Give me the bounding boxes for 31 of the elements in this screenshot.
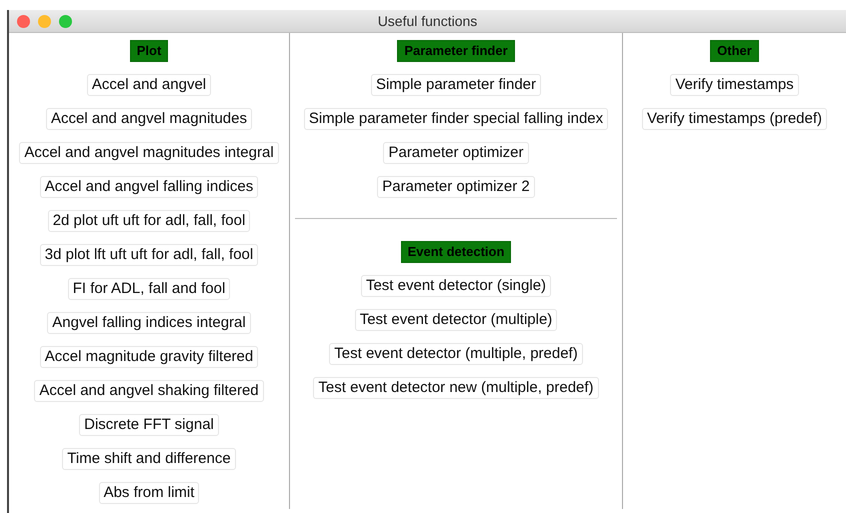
function-button[interactable]: Verify timestamps: [670, 74, 799, 96]
function-button[interactable]: Time shift and difference: [62, 448, 236, 470]
function-button[interactable]: Verify timestamps (predef): [642, 108, 828, 130]
function-button[interactable]: Angvel falling indices integral: [47, 312, 251, 334]
section-header: Parameter finder: [397, 40, 515, 62]
function-button[interactable]: Accel magnitude gravity filtered: [40, 346, 258, 368]
function-button[interactable]: FI for ADL, fall and fool: [68, 278, 230, 300]
function-button[interactable]: Simple parameter finder special falling index: [304, 108, 608, 130]
function-button[interactable]: Simple parameter finder: [370, 74, 542, 96]
function-button[interactable]: 2d plot uft uft for adl, fall, fool: [48, 210, 250, 232]
function-button[interactable]: Accel and angvel magnitudes integral: [19, 142, 279, 164]
function-button[interactable]: Test event detector (multiple): [354, 309, 558, 331]
function-button[interactable]: Parameter optimizer: [383, 142, 529, 164]
zoom-button[interactable]: [59, 15, 72, 28]
function-button[interactable]: Abs from limit: [98, 482, 200, 504]
function-button[interactable]: Test event detector (multiple, predef): [329, 343, 583, 365]
minimize-button[interactable]: [38, 15, 51, 28]
section-header: Plot: [130, 40, 168, 62]
function-button[interactable]: Accel and angvel shaking filtered: [34, 380, 264, 402]
function-button[interactable]: Test event detector (single): [360, 275, 552, 297]
section-header: Event detection: [400, 241, 512, 263]
function-button[interactable]: 3d plot lft uft uft for adl, fall, fool: [40, 244, 258, 266]
function-button[interactable]: Test event detector new (multiple, predef): [313, 377, 599, 399]
function-button[interactable]: Discrete FFT signal: [79, 414, 219, 436]
close-button[interactable]: [17, 15, 30, 28]
function-button[interactable]: Accel and angvel falling indices: [40, 176, 258, 198]
function-button[interactable]: Accel and angvel: [86, 74, 212, 96]
section-header: Other: [710, 40, 759, 62]
window-title: Useful functions: [378, 12, 478, 28]
function-button[interactable]: Accel and angvel magnitudes: [46, 108, 252, 130]
function-button[interactable]: Parameter optimizer 2: [377, 176, 535, 198]
